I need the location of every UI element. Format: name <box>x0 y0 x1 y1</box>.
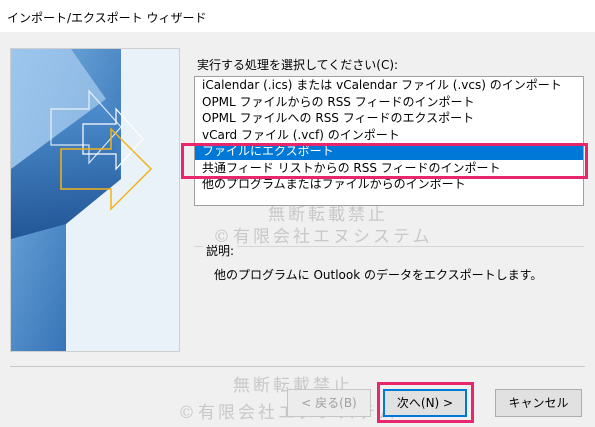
watermark-line-2: ©有限会社エヌシステム <box>213 227 433 247</box>
window-title: インポート/エクスポート ウィザード <box>7 11 207 25</box>
action-list-label: 実行する処理を選択してください(C): <box>197 58 399 72</box>
cancel-button[interactable]: キャンセル <box>495 389 582 417</box>
action-list-item[interactable]: OPML ファイルへの RSS フィードのエクスポート <box>195 110 583 127</box>
action-list-item[interactable]: OPML ファイルからの RSS フィードのインポート <box>195 94 583 111</box>
action-list-item[interactable]: iCalendar (.ics) または vCalendar ファイル (.vc… <box>195 77 583 94</box>
window-title-bar: インポート/エクスポート ウィザード <box>0 0 595 32</box>
action-list-item[interactable]: vCard ファイル (.vcf) のインポート <box>195 127 583 144</box>
wizard-side-image <box>10 48 180 352</box>
action-list-item[interactable]: 他のプログラムまたはファイルからのインポート <box>195 176 583 193</box>
wizard-graphic-icon <box>11 49 179 351</box>
action-list-item[interactable]: 共通フィード リストからの RSS フィードのインポート <box>195 160 583 177</box>
description-label: 説明: <box>203 242 238 259</box>
next-button[interactable]: 次へ(N) > <box>383 389 467 417</box>
action-list-item[interactable]: ファイルにエクスポート <box>195 143 583 160</box>
back-button[interactable]: < 戻る(B) <box>287 389 371 417</box>
button-separator <box>10 366 585 367</box>
description-text: 他のプログラムに Outlook のデータをエクスポートします。 <box>214 268 543 282</box>
action-listbox[interactable]: iCalendar (.ics) または vCalendar ファイル (.vc… <box>194 76 584 206</box>
